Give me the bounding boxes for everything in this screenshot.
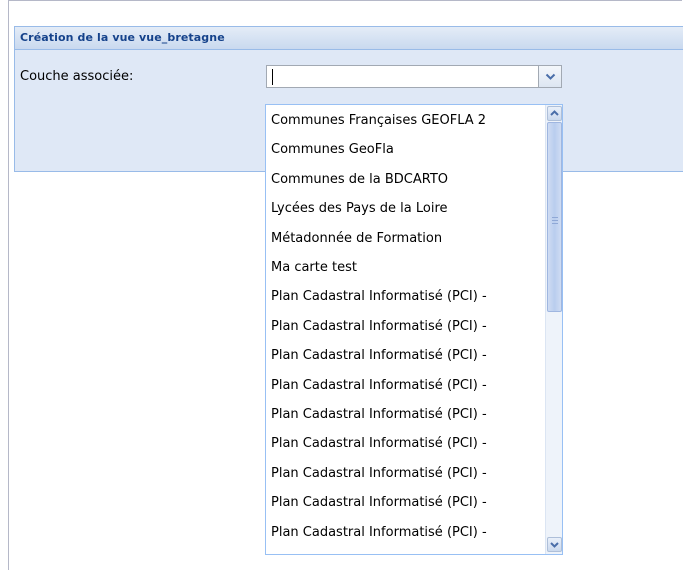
dropdown-item[interactable]: Plan Cadastral Informatisé (PCI) - bbox=[271, 375, 543, 397]
dropdown-item[interactable]: Plan Cadastral Informatisé (PCI) - bbox=[271, 404, 543, 426]
layer-combo-input[interactable] bbox=[266, 65, 538, 88]
dropdown-item[interactable]: Plan Cadastral Informatisé (PCI) - bbox=[271, 316, 543, 338]
field-label: Couche associée: bbox=[20, 69, 134, 84]
scroll-down-button[interactable] bbox=[547, 537, 562, 552]
panel-header: Création de la vue vue_bretagne bbox=[15, 27, 683, 50]
dropdown-item[interactable]: Métadonnée de Formation bbox=[271, 228, 543, 250]
chevron-down-icon bbox=[545, 73, 556, 80]
dropdown-item[interactable]: Plan Cadastral Informatisé (PCI) - bbox=[271, 286, 543, 308]
vertical-scrollbar[interactable] bbox=[545, 105, 562, 554]
thumb-grip bbox=[552, 217, 558, 218]
text-caret bbox=[272, 69, 273, 85]
scroll-up-icon bbox=[550, 110, 559, 116]
dropdown-item[interactable]: Plan Cadastral Informatisé (PCI) - bbox=[271, 433, 543, 455]
dropdown-item[interactable]: Plan Cadastral Informatisé (PCI) - bbox=[271, 463, 543, 485]
dropdown-item[interactable]: Communes de la BDCARTO bbox=[271, 169, 543, 191]
dropdown-item[interactable]: Plan Cadastral Informatisé (PCI) - bbox=[271, 345, 543, 367]
dropdown-item[interactable]: Communes Françaises GEOFLA 2 bbox=[271, 110, 543, 132]
panel-title: Création de la vue vue_bretagne bbox=[20, 31, 225, 44]
scroll-up-button[interactable] bbox=[547, 106, 562, 121]
thumb-grip bbox=[552, 223, 558, 224]
scrollbar-thumb[interactable] bbox=[547, 122, 562, 312]
scroll-down-icon bbox=[550, 542, 559, 548]
dropdown-item[interactable]: Plan Cadastral Informatisé (PCI) - bbox=[271, 492, 543, 514]
combo-trigger-button[interactable] bbox=[538, 65, 562, 88]
thumb-grip bbox=[552, 220, 558, 221]
dropdown-item[interactable]: Communes GeoFla bbox=[271, 139, 543, 161]
dropdown-item[interactable]: Plan Cadastral Informatisé (PCI) - bbox=[271, 522, 543, 544]
dropdown-item[interactable]: Ma carte test bbox=[271, 257, 543, 279]
dropdown-item[interactable]: Lycées des Pays de la Loire bbox=[271, 198, 543, 220]
dropdown-list[interactable]: Communes Françaises GEOFLA 2 Communes Geo… bbox=[265, 104, 563, 555]
